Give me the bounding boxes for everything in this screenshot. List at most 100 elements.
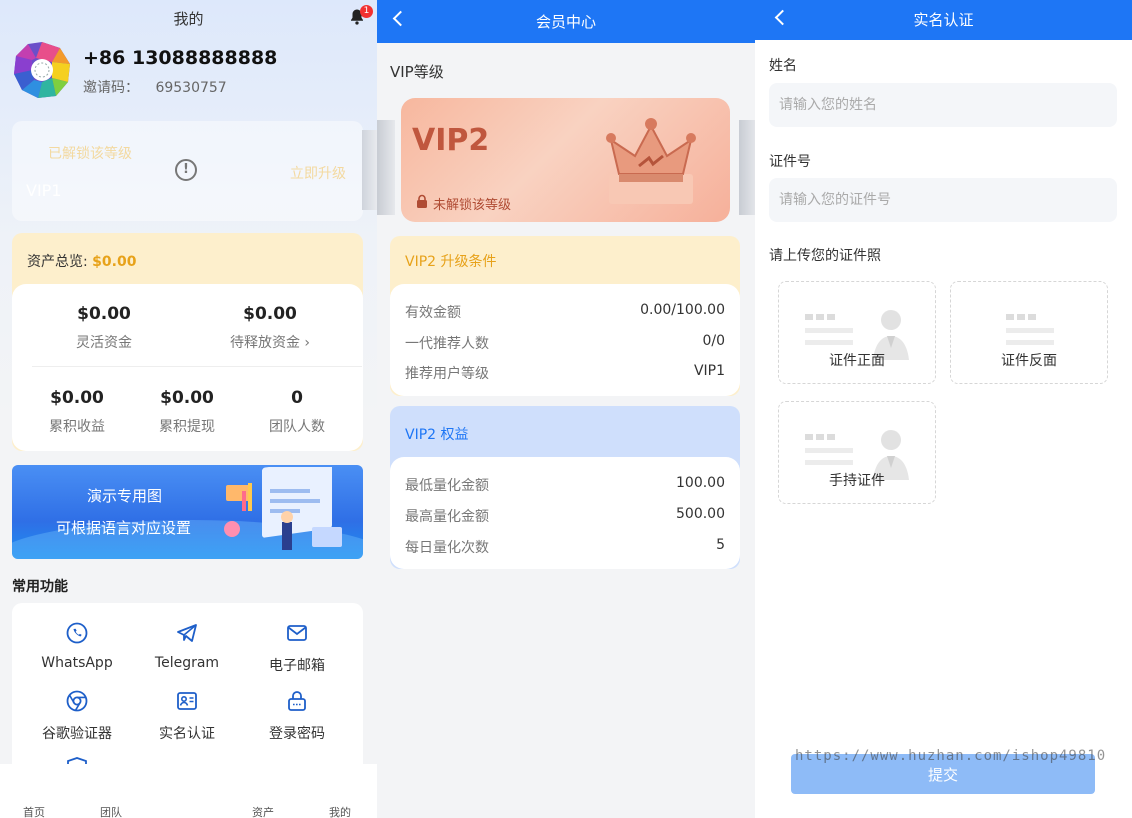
row-key: 一代推荐人数 (405, 336, 489, 352)
upload-id-back[interactable]: 证件反面 (950, 281, 1108, 384)
conditions-body: 有效金额 0.00/100.00 一代推荐人数 0/0 推荐用户等级 VIP1 (390, 284, 740, 396)
vip-level-name: VIP2 (412, 123, 490, 158)
invite-code-row: 邀请码： 69530757 (83, 77, 227, 97)
stat-total-withdrawals[interactable]: $0.00 累积提现 (142, 388, 232, 436)
watermark-text: https://www.huzhan.com/ishop49810 (795, 748, 1107, 764)
tab-assets[interactable]: 资产 (252, 804, 274, 818)
name-input[interactable] (769, 83, 1117, 127)
upgrade-link[interactable]: 立即升级 (290, 163, 346, 183)
condition-row: 一代推荐人数 0/0 (405, 333, 725, 353)
upload-caption: 手持证件 (829, 473, 885, 489)
banner-illustration-icon (224, 467, 342, 550)
lock-icon (417, 194, 427, 208)
stat-total-earnings[interactable]: $0.00 累积收益 (32, 388, 122, 436)
func-real-name[interactable]: 实名认证 (132, 689, 242, 743)
banner-line2: 可根据语言对应设置 (56, 519, 192, 537)
mail-icon (287, 625, 307, 641)
vip-lock-text: 未解锁该等级 (433, 198, 512, 213)
placeholder-line (1006, 328, 1054, 333)
notification-badge: 1 (360, 5, 373, 18)
func-google-authenticator[interactable]: 谷歌验证器 (22, 689, 132, 743)
tab-team[interactable]: 团队 (100, 804, 122, 818)
vip-section-title: VIP等级 (390, 63, 444, 81)
user-phone: +86 13088888888 (83, 47, 278, 69)
placeholder-line (805, 328, 853, 333)
asset-total-label: 资产总览: (27, 254, 88, 270)
id-card-icon (177, 692, 197, 710)
row-key: 推荐用户等级 (405, 366, 489, 382)
stat-label: 团队人数 (269, 419, 325, 435)
row-value: 5 (716, 537, 725, 553)
stat-value: $0.00 (77, 304, 131, 324)
placeholder-dash (805, 434, 835, 440)
stat-label: 待释放资金 › (229, 335, 311, 351)
upload-handheld-id[interactable]: 手持证件 (778, 401, 936, 504)
placeholder-line (1006, 340, 1054, 345)
row-key: 有效金额 (405, 305, 461, 321)
vip-level-card[interactable]: VIP2 未解锁该等级 (401, 98, 730, 222)
stat-label: 累积提现 (159, 419, 215, 435)
upload-caption: 证件反面 (1001, 353, 1057, 369)
row-value: 100.00 (676, 475, 725, 491)
name-label: 姓名 (769, 58, 797, 74)
mine-screen: 我的 1 +86 13088888888 邀请码： 69530757 已解锁该等… (0, 0, 377, 818)
upload-id-front[interactable]: 证件正面 (778, 281, 936, 384)
func-email[interactable]: 电子邮箱 (242, 621, 352, 675)
row-key: 最低量化金额 (405, 478, 489, 494)
benefit-row: 每日量化次数 5 (405, 537, 725, 557)
placeholder-line (805, 448, 853, 453)
vip-level-card[interactable]: 已解锁该等级 VIP1 ! 立即升级 (12, 121, 363, 221)
real-name-screen: 实名认证 姓名 证件号 请上传您的证件照 证件正面 证件反面 手持证件 提交 (755, 0, 1132, 818)
benefit-row: 最高量化金额 500.00 (405, 506, 725, 526)
crown-icon (606, 118, 696, 204)
stat-team-size[interactable]: 0 团队人数 (252, 388, 342, 436)
upload-caption: 证件正面 (829, 353, 885, 369)
row-value: 0.00/100.00 (640, 302, 725, 318)
func-label: 谷歌验证器 (42, 726, 112, 742)
asset-stats: $0.00 灵活资金 $0.00 待释放资金 › $0.00 累积收益 $0.0… (12, 284, 363, 451)
upload-label: 请上传您的证件照 (769, 248, 881, 264)
page-title: 会员中心 (535, 13, 596, 31)
row-key: 最高量化金额 (405, 509, 489, 525)
func-whatsapp[interactable]: WhatsApp (22, 621, 132, 671)
stat-flexible-funds[interactable]: $0.00 灵活资金 (54, 304, 154, 352)
banner-line1: 演示专用图 (87, 487, 163, 505)
vip-level-name: VIP1 (26, 181, 62, 200)
vip-unlocked-label: 已解锁该等级 (48, 146, 132, 162)
benefits-card: VIP2 权益 最低量化金额 100.00 最高量化金额 500.00 每日量化… (390, 406, 740, 569)
id-label: 证件号 (769, 154, 811, 170)
row-value: 0/0 (702, 333, 725, 349)
invite-label: 邀请码： (83, 80, 139, 96)
promo-banner[interactable]: 演示专用图 可根据语言对应设置 (12, 465, 363, 559)
member-center-screen: 会员中心 VIP等级 VIP2 未解锁该等级 VIP2 升级条件 有效金额 0.… (377, 0, 755, 818)
func-telegram[interactable]: Telegram (132, 621, 242, 671)
func-login-password[interactable]: 登录密码 (242, 689, 352, 743)
chrome-icon (66, 690, 88, 712)
stat-value: $0.00 (243, 304, 297, 324)
placeholder-dash (1006, 314, 1036, 320)
next-card-peek (739, 120, 755, 215)
stat-value: $0.00 (160, 388, 214, 408)
divider (32, 366, 362, 367)
next-card-peek (362, 130, 377, 210)
func-label: 电子邮箱 (269, 658, 325, 674)
condition-row: 有效金额 0.00/100.00 (405, 302, 725, 322)
condition-row: 推荐用户等级 VIP1 (405, 363, 725, 383)
func-label: 登录密码 (269, 726, 325, 742)
placeholder-line (805, 460, 853, 465)
benefit-row: 最低量化金额 100.00 (405, 475, 725, 495)
conditions-title: VIP2 升级条件 (405, 254, 497, 270)
func-label: Telegram (154, 655, 220, 671)
functions-section-title: 常用功能 (12, 579, 68, 595)
tab-mine[interactable]: 我的 (329, 804, 351, 818)
avatar[interactable] (12, 40, 72, 100)
stat-pending-funds[interactable]: $0.00 待释放资金 › (210, 304, 330, 352)
asset-total-row: 资产总览: $0.00 (27, 251, 136, 271)
id-number-input[interactable] (769, 178, 1117, 222)
upgrade-conditions-card: VIP2 升级条件 有效金额 0.00/100.00 一代推荐人数 0/0 推荐… (390, 236, 740, 396)
row-value: VIP1 (693, 363, 725, 379)
page-title: 我的 (173, 10, 204, 28)
bottom-tabbar: 首页 团队 资产 我的 (0, 764, 377, 818)
invite-code[interactable]: 69530757 (155, 80, 226, 96)
tab-home[interactable]: 首页 (23, 804, 45, 818)
